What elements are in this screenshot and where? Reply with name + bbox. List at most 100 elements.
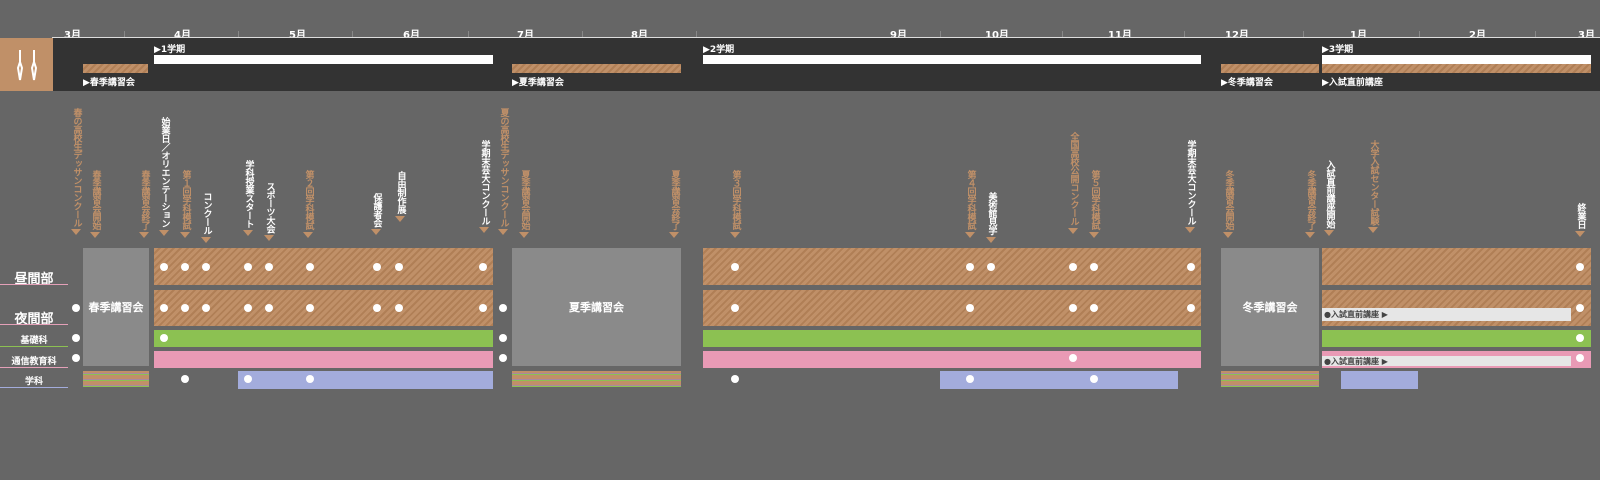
term-bar-second: [703, 55, 1201, 64]
event-arrow-icon: [71, 229, 81, 235]
event-dot: [966, 263, 974, 271]
event-arrow-icon: [159, 229, 169, 236]
event-marker: 夏の高校生デッサンコンクール: [497, 108, 509, 235]
event-dot: [1576, 304, 1584, 312]
academic-bar-2: [940, 371, 1178, 389]
event-dot: [479, 263, 487, 271]
term-label-second: ▶2学期: [703, 45, 735, 55]
event-arrow-icon: [730, 231, 740, 238]
event-arrow-icon: [201, 236, 211, 243]
summer-session-block: 夏季講習会: [512, 248, 681, 366]
event-label: 入試直前講座開始: [1324, 160, 1335, 228]
event-arrow-icon: [371, 229, 381, 235]
event-marker: 大学入試センター試験: [1367, 140, 1379, 233]
academic-bar-3: [1341, 371, 1418, 389]
event-dot: [395, 263, 403, 271]
event-marker: 夏季講習会終了: [668, 170, 680, 238]
event-dot: [306, 263, 314, 271]
event-arrow-icon: [479, 227, 489, 233]
event-arrow-icon: [1305, 231, 1315, 238]
event-dot: [1090, 263, 1098, 271]
event-label: 終業日: [1575, 203, 1586, 229]
session-bar-spring: [83, 64, 148, 73]
event-label: 夏季講習会終了: [669, 170, 680, 230]
event-dot: [1069, 354, 1077, 362]
night-bar-term2: [703, 290, 1201, 326]
event-dot: [395, 304, 403, 312]
event-label: 保護者会: [371, 193, 382, 227]
spring-session-label: 春季講習会: [88, 301, 144, 314]
event-dot: [181, 304, 189, 312]
event-arrow-icon: [1068, 227, 1078, 234]
event-label: 全国高校公開コンクール: [1068, 132, 1079, 226]
event-label: 第３回学科模試: [730, 170, 741, 230]
event-marker: 春季講習会終了: [138, 170, 150, 238]
event-label: 学期末芸大コンクール: [1185, 140, 1196, 225]
exam-prep-note-correspondence: ●入試直前講座 ▶: [1322, 356, 1571, 366]
correspondence-bar-term1: [154, 351, 493, 368]
pencil-brush-icon: [16, 49, 37, 80]
event-dot: [1576, 354, 1584, 362]
event-arrow-icon: [395, 215, 405, 222]
event-label: 第２回学科模試: [303, 170, 314, 230]
event-arrow-icon: [1185, 227, 1195, 233]
event-dot: [160, 304, 168, 312]
month-axis: 3月 4月 5月 6月 7月 8月 9月 10月 11月 12月 1月 2月 3…: [0, 0, 1600, 41]
event-dot: [306, 304, 314, 312]
event-label: 自由制作展: [395, 171, 406, 214]
event-marker: スポーツ大会: [263, 182, 275, 241]
event-arrow-icon: [519, 231, 529, 238]
event-label: 夏季講習会開始: [519, 170, 530, 230]
event-marker: 全国高校公開コンクール: [1067, 132, 1079, 234]
event-arrow-icon: [1223, 231, 1233, 238]
event-arrow-icon: [1575, 230, 1585, 237]
event-dot: [731, 304, 739, 312]
event-dot: [1069, 304, 1077, 312]
event-marker: 学期末芸大コンクール: [478, 140, 490, 233]
event-label: 美術館見学: [986, 192, 997, 235]
event-arrow-icon: [264, 235, 274, 241]
event-label: 大学入試センター試験: [1368, 140, 1379, 225]
term-bar-third: [1322, 55, 1591, 64]
event-dot: [160, 263, 168, 271]
event-label: 第１回学科模試: [180, 170, 191, 230]
row-divider: [0, 367, 68, 368]
term-label-first: ▶1学期: [154, 45, 186, 55]
event-dot: [202, 263, 210, 271]
event-marker: 自由制作展: [394, 171, 406, 222]
event-label: 春の高校生デッサンコンクール: [71, 108, 82, 227]
event-label: 学科授業スタート: [243, 160, 254, 228]
event-dot: [966, 304, 974, 312]
event-marker: 学期末芸大コンクール: [1184, 140, 1196, 233]
winter-session-block: 冬季講習会: [1221, 248, 1319, 366]
event-dot: [244, 375, 252, 383]
event-arrow-icon: [986, 236, 996, 243]
spring-session-block: 春季講習会: [83, 248, 149, 366]
term-label-third: ▶3学期: [1322, 45, 1354, 55]
session-label-exam-prep: ▶入試直前講座: [1322, 78, 1383, 88]
row-divider: [0, 387, 68, 388]
event-dot: [265, 304, 273, 312]
event-label: 夏の高校生デッサンコンクール: [498, 108, 509, 227]
exam-prep-note-label: ●入試直前講座 ▶: [1324, 310, 1388, 319]
event-dot: [499, 334, 507, 342]
event-dot: [1069, 263, 1077, 271]
event-marker: 入試直前講座開始: [1323, 160, 1335, 236]
event-marker: 第５回学科模試: [1088, 170, 1100, 238]
session-bar-winter: [1221, 64, 1319, 73]
event-label: 始業日／オリエンテーション: [159, 117, 170, 228]
event-marker: 第１回学科模試: [179, 170, 191, 238]
event-arrow-icon: [139, 231, 149, 238]
session-label-winter: ▶冬季講習会: [1221, 78, 1273, 88]
event-arrow-icon: [303, 231, 313, 238]
event-marker: 冬季講習会開始: [1222, 170, 1234, 238]
event-marker: 始業日／オリエンテーション: [158, 117, 170, 236]
event-label: 春季講習会終了: [139, 170, 150, 230]
basic-bar-term1: [154, 330, 493, 347]
row-divider: [0, 284, 68, 285]
event-dot: [160, 334, 168, 342]
exam-prep-note-label: ●入試直前講座 ▶: [1324, 356, 1388, 366]
event-arrow-icon: [1089, 231, 1099, 238]
basic-bar-term2: [703, 330, 1201, 347]
event-marker: コンクール: [200, 192, 212, 243]
